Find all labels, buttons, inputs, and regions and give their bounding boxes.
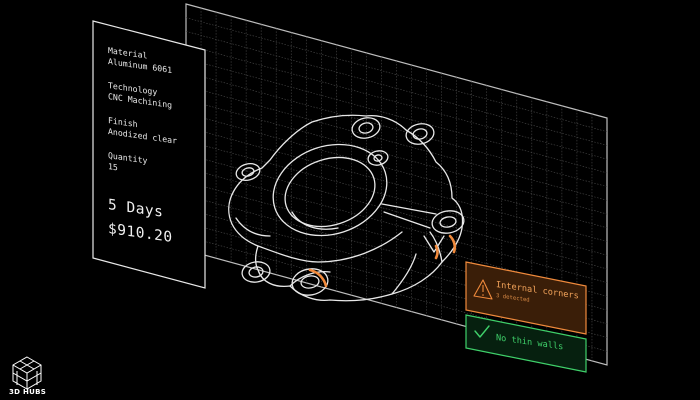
quantity-value: 15 — [108, 161, 118, 173]
brand-name: 3D HUBS — [9, 388, 47, 396]
part-model[interactable] — [228, 114, 466, 302]
scene-canvas — [12, 3, 608, 390]
viewport: Material Aluminum 6061 Technology CNC Ma… — [0, 0, 700, 400]
hubs-cube-logo-icon — [12, 356, 42, 390]
grid-line-horizontal — [185, 17, 608, 133]
